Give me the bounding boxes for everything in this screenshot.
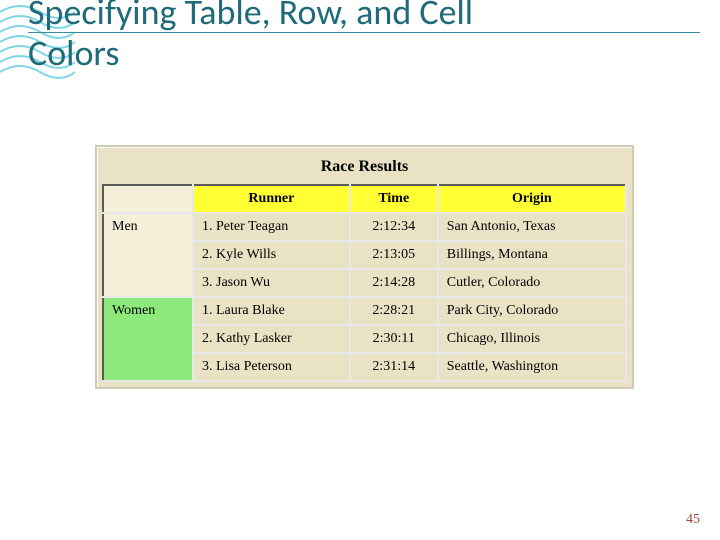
cell-time: 2:30:11 xyxy=(350,325,438,353)
cell-time: 2:31:14 xyxy=(350,353,438,381)
cell-origin: San Antonio, Texas xyxy=(438,213,626,241)
cell-runner: 1. Laura Blake xyxy=(193,297,350,325)
cell-origin: Seattle, Washington xyxy=(438,353,626,381)
table-header-row: Runner Time Origin xyxy=(103,185,626,213)
cell-origin: Park City, Colorado xyxy=(438,297,626,325)
cell-time: 2:28:21 xyxy=(350,297,438,325)
cell-time: 2:14:28 xyxy=(350,269,438,297)
cell-origin: Billings, Montana xyxy=(438,241,626,269)
category-women: Women xyxy=(103,297,193,381)
cell-runner: 2. Kathy Lasker xyxy=(193,325,350,353)
cell-runner: 3. Jason Wu xyxy=(193,269,350,297)
cell-runner: 3. Lisa Peterson xyxy=(193,353,350,381)
cell-time: 2:12:34 xyxy=(350,213,438,241)
header-time: Time xyxy=(350,185,438,213)
cell-time: 2:13:05 xyxy=(350,241,438,269)
cell-origin: Chicago, Illinois xyxy=(438,325,626,353)
header-origin: Origin xyxy=(438,185,626,213)
race-results-table: Race Results Runner Time Origin Men 1. P… xyxy=(95,145,634,389)
header-runner: Runner xyxy=(193,185,350,213)
slide-title: Specifying Table, Row, and Cell Colors xyxy=(28,0,700,75)
category-men: Men xyxy=(103,213,193,297)
header-blank xyxy=(103,185,193,213)
cell-origin: Cutler, Colorado xyxy=(438,269,626,297)
cell-runner: 2. Kyle Wills xyxy=(193,241,350,269)
table-row: Women 1. Laura Blake 2:28:21 Park City, … xyxy=(103,297,626,325)
table-caption: Race Results xyxy=(102,152,627,184)
slide-number: 45 xyxy=(686,512,700,528)
cell-runner: 1. Peter Teagan xyxy=(193,213,350,241)
table-row: Men 1. Peter Teagan 2:12:34 San Antonio,… xyxy=(103,213,626,241)
